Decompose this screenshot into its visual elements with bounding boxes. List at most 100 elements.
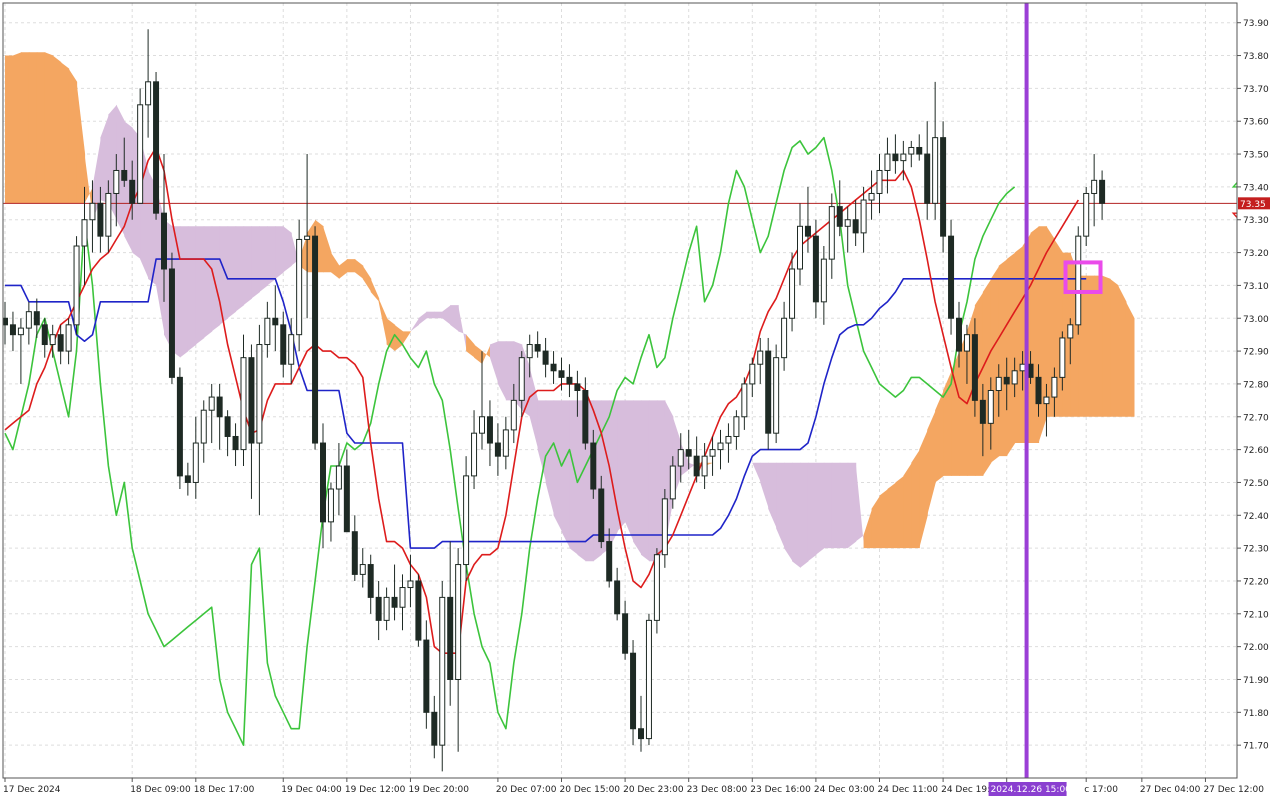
candle-body <box>876 169 883 194</box>
candle-body <box>97 202 104 237</box>
x-tick-label: 20 Dec 23:00 <box>623 785 684 795</box>
candle-body <box>502 429 509 457</box>
cloud-segment <box>982 278 992 476</box>
candle-body <box>272 317 279 326</box>
candle-body <box>280 324 287 365</box>
candle-body <box>335 465 342 490</box>
candle-body <box>129 179 136 204</box>
candle-body <box>518 357 525 401</box>
candle-body <box>25 311 32 329</box>
candle-body <box>479 416 485 434</box>
cloud-segment <box>903 462 912 549</box>
candle-body <box>924 153 931 204</box>
candle-body <box>65 324 72 352</box>
cloud-segment <box>36 52 46 204</box>
candle-body <box>582 390 589 444</box>
candle-body <box>781 317 788 359</box>
x-tick-label: 19 Dec 20:00 <box>408 785 469 795</box>
candle-body <box>749 363 756 385</box>
cloud-segment <box>505 341 515 401</box>
candle-body <box>105 192 112 237</box>
cloud-segment <box>1014 246 1024 444</box>
candle-body <box>57 334 64 352</box>
candle-body <box>327 488 334 523</box>
cloud-segment <box>12 52 22 204</box>
candle-body <box>979 399 986 424</box>
cloud-segment <box>823 462 833 549</box>
candle-body <box>49 334 56 346</box>
ichimoku-chart[interactable]: 73.90 73.80 73.70 73.60 73.50 73.40 73.30 73.20… <box>0 0 1280 800</box>
candle-body <box>1091 179 1098 194</box>
candle-body <box>1011 370 1018 385</box>
candle-body <box>216 396 223 418</box>
candle-body <box>447 596 454 680</box>
candle-body <box>852 219 859 234</box>
cloud-segment <box>1125 301 1135 417</box>
candle-body <box>797 225 803 270</box>
cloud-segment <box>641 400 650 562</box>
candle-body <box>733 416 740 437</box>
cloud-segment <box>195 226 205 345</box>
candle-body <box>494 442 501 457</box>
y-tick-label: 73.60 <box>1243 118 1269 128</box>
candle-body <box>399 587 406 608</box>
candle-body <box>161 212 167 270</box>
cloud-segment <box>267 226 276 286</box>
candle-body <box>765 350 772 434</box>
candle-body <box>1003 376 1010 385</box>
cloud-segment <box>1086 275 1095 417</box>
candle-body <box>709 449 716 457</box>
candle-body <box>415 580 422 641</box>
y-tick-label: 72.40 <box>1243 512 1269 522</box>
candle-body <box>17 327 24 336</box>
y-tick-label: 73.40 <box>1243 183 1269 193</box>
candle-body <box>33 311 40 326</box>
candle-body <box>510 399 517 431</box>
candle-body <box>121 169 128 181</box>
cloud-segment <box>227 226 237 319</box>
candle-body <box>789 268 796 319</box>
x-tick-label: 19 Dec 04:00 <box>281 785 342 795</box>
cloud-segment <box>633 400 642 555</box>
cloud-segment <box>243 226 253 306</box>
candle-body <box>1083 192 1090 237</box>
cursor-date-label-text: 2024.12.26 15:00 <box>991 785 1072 795</box>
candle-body <box>1075 235 1082 326</box>
candle-body <box>701 455 708 477</box>
cloud-segment <box>815 462 825 555</box>
candle-body <box>884 153 891 171</box>
candle-body <box>622 613 629 654</box>
candle-body <box>836 206 843 227</box>
candle-body <box>717 442 724 451</box>
candle-body <box>614 580 621 615</box>
candle-body <box>256 344 263 444</box>
x-tick-label: 19 Dec 12:00 <box>345 785 406 795</box>
y-tick-label: 72.80 <box>1243 380 1269 390</box>
candle-body <box>1059 337 1066 378</box>
candle-body <box>566 376 573 385</box>
candle-body <box>192 442 199 483</box>
chart-svg[interactable]: 73.90 73.80 73.70 73.60 73.50 73.40 73.30 73.20… <box>0 0 1280 800</box>
y-tick-label: 73.50 <box>1243 151 1269 161</box>
candle-body <box>208 396 215 411</box>
candle-body <box>431 711 438 746</box>
x-tick-label: 23 Dec 16:00 <box>750 785 811 795</box>
current-price-label: 73.35 <box>1238 197 1270 210</box>
candle-body <box>661 498 668 556</box>
candle-body <box>995 376 1002 392</box>
cursor-date-label: 2024.12.26 15:00 <box>988 782 1072 796</box>
candle-body <box>773 357 780 434</box>
candle-body <box>669 465 676 500</box>
y-tick-label: 72.50 <box>1243 479 1269 489</box>
x-tick-label: 24 Dec 03:00 <box>814 785 875 795</box>
candle-body <box>542 350 549 365</box>
cloud-segment <box>561 400 571 549</box>
candle-body <box>73 245 80 326</box>
candle-body <box>1099 179 1106 204</box>
cloud-segment <box>1094 275 1103 417</box>
candle-body <box>153 81 160 214</box>
y-tick-label: 72.00 <box>1243 643 1269 653</box>
candle-body <box>407 580 414 589</box>
cloud-segment <box>203 226 213 338</box>
candle-body <box>41 324 48 346</box>
